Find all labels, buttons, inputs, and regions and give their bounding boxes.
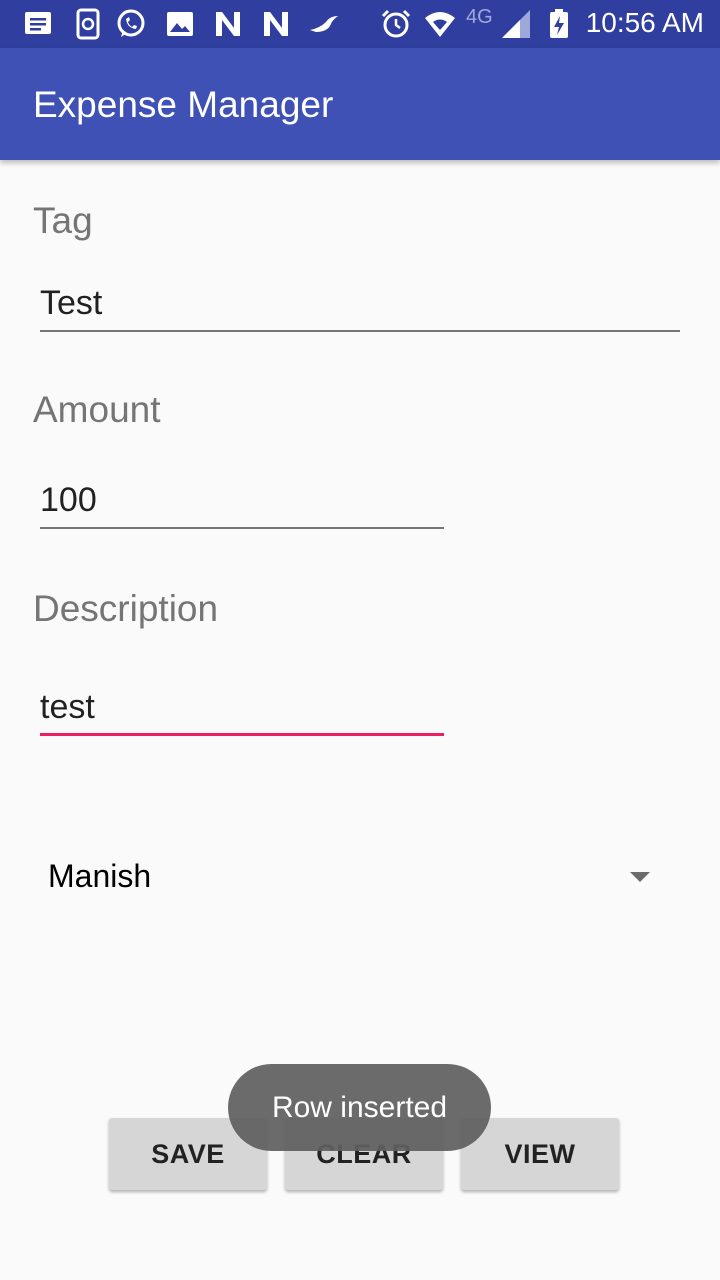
- description-field[interactable]: [40, 682, 444, 736]
- tag-underline: [40, 330, 680, 332]
- amount-field[interactable]: [40, 475, 444, 529]
- n-icon: [212, 8, 244, 40]
- tag-input[interactable]: [40, 278, 680, 328]
- toast-message: Row inserted: [228, 1064, 491, 1151]
- description-label: Description: [33, 588, 219, 629]
- phone-sync-icon: [72, 8, 104, 40]
- tag-label: Tag: [33, 200, 93, 241]
- battery-charging-icon: [543, 8, 575, 40]
- app-bar: Expense Manager: [0, 48, 720, 160]
- status-bar: 4G 10:56 AM: [0, 0, 720, 48]
- amount-input[interactable]: [40, 475, 444, 525]
- amount-underline: [40, 527, 444, 529]
- description-underline: [40, 733, 444, 736]
- image-icon: [164, 8, 196, 40]
- spinner-selected-value: Manish: [48, 858, 152, 894]
- wifi-icon: [424, 8, 456, 40]
- whatsapp-icon: [115, 8, 147, 40]
- dropdown-arrow-icon: [630, 872, 650, 882]
- alarm-icon: [380, 8, 412, 40]
- app-title: Expense Manager: [33, 84, 334, 125]
- n-icon: [260, 8, 292, 40]
- toast-text: Row inserted: [271, 1090, 448, 1124]
- tag-field[interactable]: [40, 278, 680, 332]
- person-spinner[interactable]: Manish: [40, 842, 670, 912]
- network-type-label: 4G: [466, 6, 493, 28]
- bird-icon: [308, 8, 340, 40]
- clock-time: 10:56 AM: [585, 7, 704, 38]
- message-icon: [22, 8, 54, 40]
- amount-label: Amount: [33, 389, 161, 430]
- signal-icon: [500, 8, 532, 40]
- description-input[interactable]: [40, 682, 444, 732]
